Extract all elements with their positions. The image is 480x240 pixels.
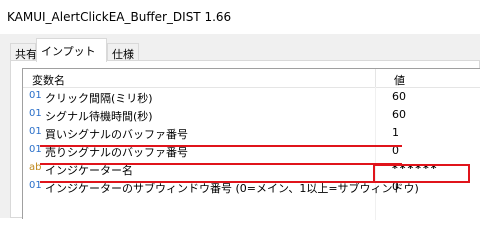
param-row-sell-buffer[interactable]: 01 売りシグナルのバッファ番号 0 (23, 141, 480, 159)
param-row-signal-wait-time[interactable]: 01 シグナル待機時間(秒) 60 (23, 105, 480, 123)
integer-type-icon: 01 (29, 90, 42, 101)
highlight-underline-indicator-name (40, 181, 374, 183)
highlight-underline-sell-buffer (40, 163, 402, 165)
dialog-body: 共有 インプット 仕様 変数名 値 01 クリック間隔(ミリ秒) 60 01 シ… (0, 34, 480, 220)
tab-inputs[interactable]: インプット (36, 38, 107, 62)
column-header-value[interactable]: 値 (394, 72, 405, 88)
integer-type-icon: 01 (29, 108, 42, 119)
param-value[interactable]: 60 (392, 108, 406, 121)
column-separator[interactable] (375, 69, 376, 87)
param-value[interactable]: 1 (392, 126, 399, 139)
param-name: シグナル待機時間(秒) (45, 110, 153, 123)
parameters-grid: 変数名 値 01 クリック間隔(ミリ秒) 60 01 シグナル待機時間(秒) 6… (22, 68, 480, 220)
tab-common[interactable]: 共有 (10, 43, 37, 61)
tab-panel-inputs: 変数名 値 01 クリック間隔(ミリ秒) 60 01 シグナル待機時間(秒) 6… (10, 60, 480, 220)
param-name: クリック間隔(ミリ秒) (45, 92, 153, 105)
window-title: KAMUI_AlertClickEA_Buffer_DIST 1.66 (7, 10, 232, 24)
column-header-name[interactable]: 変数名 (32, 72, 65, 88)
grid-header: 変数名 値 (23, 69, 480, 88)
window-title-bar: KAMUI_AlertClickEA_Buffer_DIST 1.66 (0, 0, 480, 34)
param-row-click-interval[interactable]: 01 クリック間隔(ミリ秒) 60 (23, 87, 480, 105)
param-name: 買いシグナルのバッファ番号 (45, 128, 188, 141)
tab-specification[interactable]: 仕様 (107, 43, 139, 61)
highlight-box-indicator-value (373, 164, 470, 183)
integer-type-icon: 01 (29, 126, 42, 137)
highlight-underline-buy-buffer (40, 145, 402, 147)
param-value[interactable]: 60 (392, 90, 406, 103)
param-row-buy-buffer[interactable]: 01 買いシグナルのバッファ番号 1 (23, 123, 480, 141)
